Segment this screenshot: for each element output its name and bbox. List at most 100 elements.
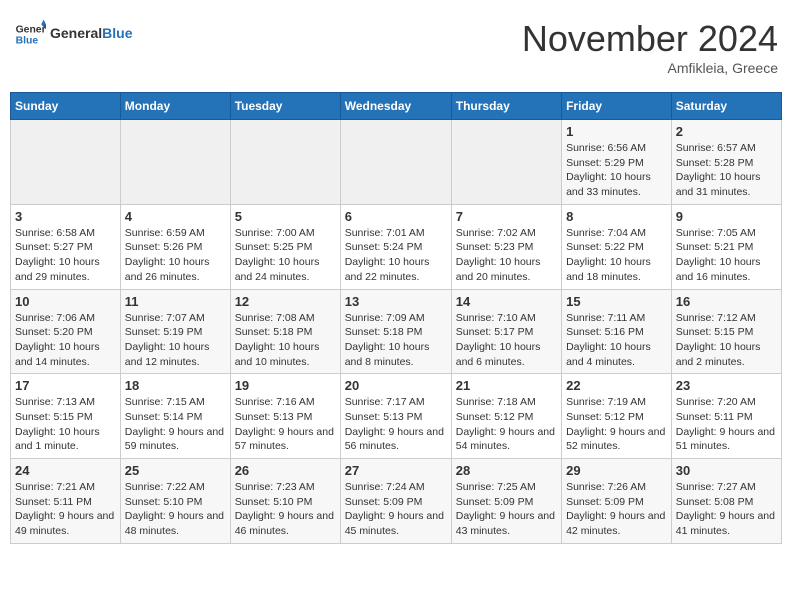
calendar-cell: 21 Sunrise: 7:18 AM Sunset: 5:12 PM Dayli… xyxy=(451,374,561,459)
calendar-cell xyxy=(340,120,451,205)
month-title: November 2024 xyxy=(522,18,778,60)
day-info: Sunrise: 7:27 AM Sunset: 5:08 PM Dayligh… xyxy=(676,480,777,539)
day-number: 12 xyxy=(235,294,336,309)
day-info: Sunrise: 7:24 AM Sunset: 5:09 PM Dayligh… xyxy=(345,480,447,539)
calendar-table: SundayMondayTuesdayWednesdayThursdayFrid… xyxy=(10,92,782,544)
calendar-cell: 2 Sunrise: 6:57 AM Sunset: 5:28 PM Daylig… xyxy=(671,120,781,205)
day-number: 7 xyxy=(456,209,557,224)
day-info: Sunrise: 7:02 AM Sunset: 5:23 PM Dayligh… xyxy=(456,226,557,285)
calendar-cell: 1Sunrise: 6:56 AM Sunset: 5:29 PM Daylig… xyxy=(562,120,672,205)
day-number: 13 xyxy=(345,294,447,309)
day-number: 21 xyxy=(456,378,557,393)
day-number: 5 xyxy=(235,209,336,224)
calendar-cell: 10 Sunrise: 7:06 AM Sunset: 5:20 PM Dayli… xyxy=(11,289,121,374)
day-info: Sunrise: 7:08 AM Sunset: 5:18 PM Dayligh… xyxy=(235,311,336,370)
day-number: 30 xyxy=(676,463,777,478)
logo-general: General xyxy=(50,25,102,41)
day-number: 20 xyxy=(345,378,447,393)
logo-blue: Blue xyxy=(102,25,132,41)
title-block: November 2024 Amfikleia, Greece xyxy=(522,18,778,76)
calendar-cell: 7 Sunrise: 7:02 AM Sunset: 5:23 PM Daylig… xyxy=(451,204,561,289)
calendar-cell: 8Sunrise: 7:04 AM Sunset: 5:22 PM Daylig… xyxy=(562,204,672,289)
day-number: 16 xyxy=(676,294,777,309)
day-number: 9 xyxy=(676,209,777,224)
day-info: Sunrise: 7:21 AM Sunset: 5:11 PM Dayligh… xyxy=(15,480,116,539)
day-info: Sunrise: 7:15 AM Sunset: 5:14 PM Dayligh… xyxy=(125,395,226,454)
calendar-cell: 27Sunrise: 7:24 AM Sunset: 5:09 PM Dayli… xyxy=(340,459,451,544)
calendar-cell: 28 Sunrise: 7:25 AM Sunset: 5:09 PM Dayli… xyxy=(451,459,561,544)
calendar-cell: 16 Sunrise: 7:12 AM Sunset: 5:15 PM Dayli… xyxy=(671,289,781,374)
day-number: 15 xyxy=(566,294,667,309)
logo: General Blue GeneralBlue xyxy=(14,18,132,50)
page-header: General Blue GeneralBlue November 2024 A… xyxy=(10,10,782,84)
day-number: 11 xyxy=(125,294,226,309)
day-info: Sunrise: 6:59 AM Sunset: 5:26 PM Dayligh… xyxy=(125,226,226,285)
location: Amfikleia, Greece xyxy=(522,60,778,76)
day-number: 10 xyxy=(15,294,116,309)
day-number: 28 xyxy=(456,463,557,478)
week-row-3: 10 Sunrise: 7:06 AM Sunset: 5:20 PM Dayli… xyxy=(11,289,782,374)
day-number: 17 xyxy=(15,378,116,393)
calendar-cell: 29Sunrise: 7:26 AM Sunset: 5:09 PM Dayli… xyxy=(562,459,672,544)
day-number: 1 xyxy=(566,124,667,139)
day-info: Sunrise: 7:12 AM Sunset: 5:15 PM Dayligh… xyxy=(676,311,777,370)
calendar-cell xyxy=(230,120,340,205)
day-info: Sunrise: 7:17 AM Sunset: 5:13 PM Dayligh… xyxy=(345,395,447,454)
calendar-cell: 26 Sunrise: 7:23 AM Sunset: 5:10 PM Dayli… xyxy=(230,459,340,544)
calendar-cell: 30 Sunrise: 7:27 AM Sunset: 5:08 PM Dayli… xyxy=(671,459,781,544)
day-number: 26 xyxy=(235,463,336,478)
weekday-header-row: SundayMondayTuesdayWednesdayThursdayFrid… xyxy=(11,93,782,120)
day-number: 25 xyxy=(125,463,226,478)
weekday-wednesday: Wednesday xyxy=(340,93,451,120)
svg-text:Blue: Blue xyxy=(16,36,39,47)
day-info: Sunrise: 7:13 AM Sunset: 5:15 PM Dayligh… xyxy=(15,395,116,454)
day-info: Sunrise: 7:23 AM Sunset: 5:10 PM Dayligh… xyxy=(235,480,336,539)
day-info: Sunrise: 7:25 AM Sunset: 5:09 PM Dayligh… xyxy=(456,480,557,539)
day-number: 6 xyxy=(345,209,447,224)
calendar-cell: 11 Sunrise: 7:07 AM Sunset: 5:19 PM Dayli… xyxy=(120,289,230,374)
calendar-header: SundayMondayTuesdayWednesdayThursdayFrid… xyxy=(11,93,782,120)
day-info: Sunrise: 7:06 AM Sunset: 5:20 PM Dayligh… xyxy=(15,311,116,370)
weekday-tuesday: Tuesday xyxy=(230,93,340,120)
weekday-sunday: Sunday xyxy=(11,93,121,120)
logo-icon: General Blue xyxy=(14,18,46,50)
calendar-cell: 12 Sunrise: 7:08 AM Sunset: 5:18 PM Dayli… xyxy=(230,289,340,374)
calendar-cell: 23Sunrise: 7:20 AM Sunset: 5:11 PM Dayli… xyxy=(671,374,781,459)
calendar-cell xyxy=(120,120,230,205)
day-info: Sunrise: 7:05 AM Sunset: 5:21 PM Dayligh… xyxy=(676,226,777,285)
calendar-cell xyxy=(451,120,561,205)
day-number: 19 xyxy=(235,378,336,393)
calendar-cell: 25Sunrise: 7:22 AM Sunset: 5:10 PM Dayli… xyxy=(120,459,230,544)
calendar-cell: 13Sunrise: 7:09 AM Sunset: 5:18 PM Dayli… xyxy=(340,289,451,374)
calendar-cell: 5Sunrise: 7:00 AM Sunset: 5:25 PM Daylig… xyxy=(230,204,340,289)
calendar-cell: 19Sunrise: 7:16 AM Sunset: 5:13 PM Dayli… xyxy=(230,374,340,459)
calendar-cell: 9 Sunrise: 7:05 AM Sunset: 5:21 PM Daylig… xyxy=(671,204,781,289)
day-number: 23 xyxy=(676,378,777,393)
calendar-cell: 14 Sunrise: 7:10 AM Sunset: 5:17 PM Dayli… xyxy=(451,289,561,374)
calendar-cell: 24 Sunrise: 7:21 AM Sunset: 5:11 PM Dayli… xyxy=(11,459,121,544)
day-info: Sunrise: 6:57 AM Sunset: 5:28 PM Dayligh… xyxy=(676,141,777,200)
day-info: Sunrise: 7:10 AM Sunset: 5:17 PM Dayligh… xyxy=(456,311,557,370)
day-number: 24 xyxy=(15,463,116,478)
day-number: 29 xyxy=(566,463,667,478)
calendar-cell: 18 Sunrise: 7:15 AM Sunset: 5:14 PM Dayli… xyxy=(120,374,230,459)
day-info: Sunrise: 7:18 AM Sunset: 5:12 PM Dayligh… xyxy=(456,395,557,454)
day-info: Sunrise: 7:19 AM Sunset: 5:12 PM Dayligh… xyxy=(566,395,667,454)
calendar-body: 1Sunrise: 6:56 AM Sunset: 5:29 PM Daylig… xyxy=(11,120,782,544)
day-info: Sunrise: 7:07 AM Sunset: 5:19 PM Dayligh… xyxy=(125,311,226,370)
calendar-cell: 20 Sunrise: 7:17 AM Sunset: 5:13 PM Dayli… xyxy=(340,374,451,459)
day-number: 4 xyxy=(125,209,226,224)
day-info: Sunrise: 7:11 AM Sunset: 5:16 PM Dayligh… xyxy=(566,311,667,370)
calendar-cell: 17 Sunrise: 7:13 AM Sunset: 5:15 PM Dayli… xyxy=(11,374,121,459)
calendar-cell: 3Sunrise: 6:58 AM Sunset: 5:27 PM Daylig… xyxy=(11,204,121,289)
day-number: 2 xyxy=(676,124,777,139)
day-number: 3 xyxy=(15,209,116,224)
calendar-cell: 4 Sunrise: 6:59 AM Sunset: 5:26 PM Daylig… xyxy=(120,204,230,289)
week-row-4: 17 Sunrise: 7:13 AM Sunset: 5:15 PM Dayli… xyxy=(11,374,782,459)
day-number: 14 xyxy=(456,294,557,309)
weekday-friday: Friday xyxy=(562,93,672,120)
day-number: 22 xyxy=(566,378,667,393)
day-number: 18 xyxy=(125,378,226,393)
week-row-2: 3Sunrise: 6:58 AM Sunset: 5:27 PM Daylig… xyxy=(11,204,782,289)
week-row-5: 24 Sunrise: 7:21 AM Sunset: 5:11 PM Dayli… xyxy=(11,459,782,544)
